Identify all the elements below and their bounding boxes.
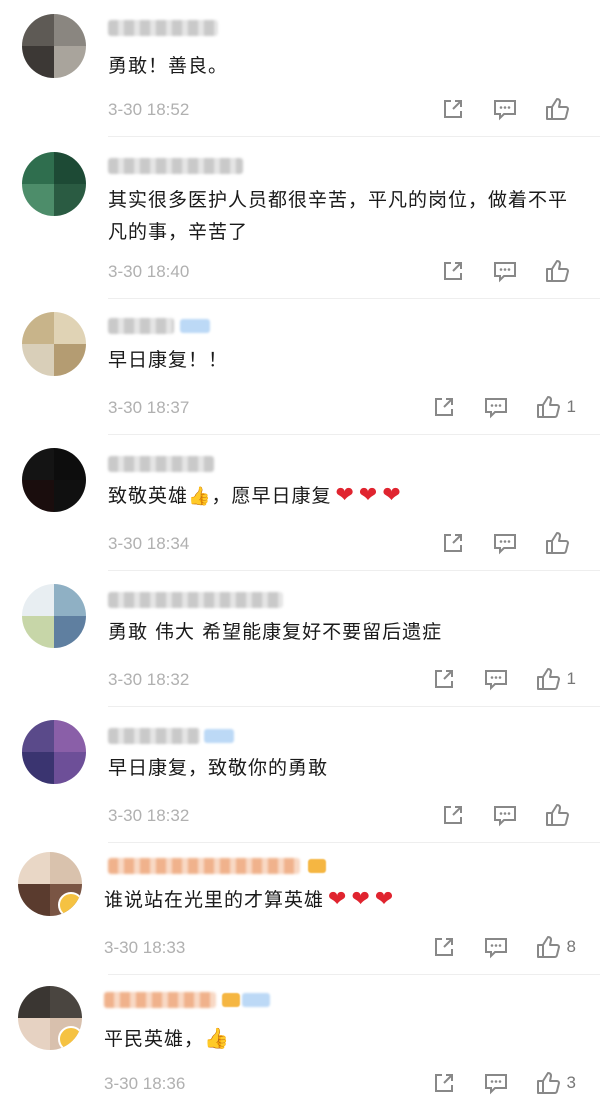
share-icon[interactable] [431, 1070, 457, 1096]
comment-text: 勇敢 伟大 希望能康复好不要留后遗症 [108, 621, 443, 643]
crown-icon [222, 993, 240, 1007]
thumbs-up-icon[interactable] [535, 934, 561, 960]
action-bar: 8 [405, 934, 576, 960]
username-blurred[interactable] [108, 592, 283, 608]
like-count: 8 [566, 937, 576, 956]
heart-emoji-icon: ❤ [374, 887, 395, 912]
comment-icon[interactable] [483, 934, 509, 960]
comment-text: 致敬英雄👍，愿早日康复 ❤ ❤ ❤ [108, 480, 568, 513]
heart-emoji-icon: ❤ [328, 887, 348, 912]
divider [108, 570, 600, 571]
comment-icon[interactable] [483, 394, 509, 420]
thumbs-up-icon[interactable] [535, 666, 561, 692]
comment-icon[interactable] [492, 96, 518, 122]
share-icon[interactable] [431, 666, 457, 692]
comment-icon[interactable] [492, 802, 518, 828]
share-icon[interactable] [440, 258, 466, 284]
divider [108, 842, 600, 843]
comment-icon[interactable] [492, 530, 518, 556]
like-count: 1 [566, 669, 576, 688]
divider [108, 298, 600, 299]
action-bar [414, 530, 576, 556]
comment-text: 早日康复，致敬你的勇敢 [108, 757, 329, 779]
username-blurred[interactable] [104, 992, 216, 1008]
avatar[interactable] [22, 448, 86, 512]
heart-emoji-icon: ❤ [358, 483, 379, 508]
username-blurred[interactable] [108, 20, 218, 36]
verified-badge-icon [58, 892, 82, 916]
thumbs-up-icon[interactable] [544, 530, 570, 556]
divider [108, 434, 600, 435]
verified-badge-icon [58, 1026, 82, 1050]
heart-emoji-icon: ❤ [335, 483, 355, 508]
vip-badge [204, 729, 234, 743]
divider [108, 706, 600, 707]
action-bar [414, 96, 576, 122]
comment-text: 早日康复！！ [108, 349, 229, 371]
like-count: 3 [566, 1073, 576, 1092]
divider [108, 136, 600, 137]
timestamp: 3-30 18:34 [108, 534, 190, 553]
comment-icon[interactable] [483, 666, 509, 692]
avatar[interactable] [18, 852, 82, 916]
username-blurred[interactable] [108, 318, 174, 334]
comment-text-part: ，愿早日康复 [211, 485, 332, 507]
thumbs-up-icon[interactable] [544, 96, 570, 122]
comment-icon[interactable] [492, 258, 518, 284]
share-icon[interactable] [431, 934, 457, 960]
username-blurred[interactable] [108, 858, 300, 874]
share-icon[interactable] [440, 802, 466, 828]
comment-icon[interactable] [483, 1070, 509, 1096]
thumbs-up-emoji-icon: 👍 [204, 1026, 230, 1050]
action-bar [414, 258, 576, 284]
username-blurred[interactable] [108, 728, 200, 744]
avatar[interactable] [22, 152, 86, 216]
avatar[interactable] [22, 14, 86, 78]
share-icon[interactable] [440, 530, 466, 556]
comment-text: 勇敢！善良。 [108, 55, 229, 77]
like-count: 1 [566, 397, 576, 416]
action-bar: 3 [405, 1070, 576, 1096]
comment-text: 平民英雄，👍 [104, 1022, 568, 1055]
timestamp: 3-30 18:32 [108, 670, 190, 689]
thumbs-up-icon[interactable] [535, 394, 561, 420]
avatar[interactable] [18, 986, 82, 1050]
comment-text-part: 致敬英雄 [108, 485, 189, 507]
crown-icon [308, 859, 326, 873]
timestamp: 3-30 18:37 [108, 398, 190, 417]
timestamp: 3-30 18:32 [108, 806, 190, 825]
thumbs-up-icon[interactable] [535, 1070, 561, 1096]
action-bar [414, 802, 576, 828]
comment-text-part: 平民英雄， [104, 1028, 205, 1050]
divider [108, 974, 600, 975]
heart-emoji-icon: ❤ [351, 887, 371, 912]
timestamp: 3-30 18:40 [108, 262, 190, 281]
username-blurred[interactable] [108, 158, 243, 174]
thumbs-up-emoji-icon: 👍 [188, 486, 212, 507]
thumbs-up-icon[interactable] [544, 802, 570, 828]
avatar[interactable] [22, 312, 86, 376]
timestamp: 3-30 18:36 [104, 1074, 186, 1093]
thumbs-up-icon[interactable] [544, 258, 570, 284]
vip-badge [180, 319, 210, 333]
heart-emoji-icon: ❤ [382, 483, 402, 508]
action-bar: 1 [405, 666, 576, 692]
timestamp: 3-30 18:33 [104, 938, 186, 957]
username-blurred[interactable] [108, 456, 214, 472]
action-bar: 1 [405, 394, 576, 420]
avatar[interactable] [22, 584, 86, 648]
timestamp: 3-30 18:52 [108, 100, 190, 119]
share-icon[interactable] [431, 394, 457, 420]
share-icon[interactable] [440, 96, 466, 122]
comment-text-part: 谁说站在光里的才算英雄 [104, 889, 325, 911]
vip-badge [242, 993, 270, 1007]
comment-text: 其实很多医护人员都很辛苦，平凡的岗位，做着不平凡的事，辛苦了 [108, 189, 569, 243]
avatar[interactable] [22, 720, 86, 784]
comment-text: 谁说站在光里的才算英雄 ❤ ❤ ❤ [104, 884, 568, 916]
